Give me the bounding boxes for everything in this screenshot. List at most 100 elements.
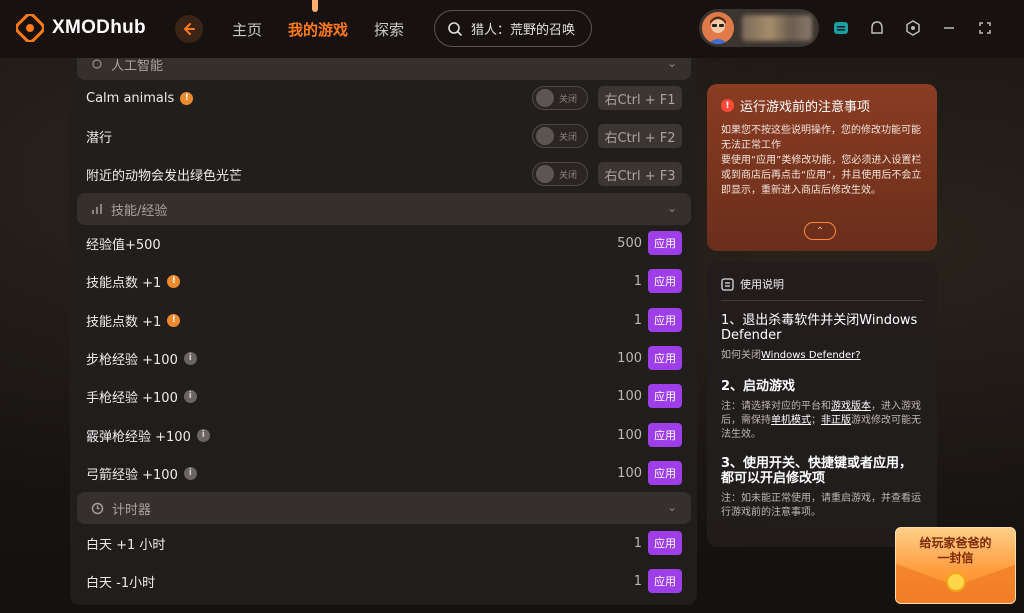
info-icon[interactable]: i [183, 466, 197, 480]
mod-name: 潜行 [86, 130, 113, 146]
info-icon[interactable]: i [183, 351, 197, 365]
warning-icon: ! [721, 99, 734, 112]
mod-row-day-minus: 白天 -1小时 1 应用 [86, 562, 682, 600]
search-input[interactable]: 猎人：荒野的召唤 [434, 10, 592, 47]
mod-value[interactable]: 1 [634, 274, 642, 289]
mod-row-pistol-exp: 手枪经验 +100 i 100 应用 [86, 377, 682, 415]
mod-value[interactable]: 100 [617, 428, 642, 443]
apply-button[interactable]: 应用 [648, 346, 682, 370]
mod-name: 技能点数 +1 [86, 275, 162, 291]
chevron-down-icon: ⌄ [666, 201, 677, 215]
app-logo[interactable]: XMODhub [15, 13, 146, 43]
nav-item-my-games[interactable]: 我的游戏 [288, 19, 348, 40]
letter-line-2: 一封信 [937, 551, 974, 565]
info-icon[interactable]: ! [180, 91, 194, 105]
divider [721, 300, 923, 301]
notice-body: 如果您不按这些说明操作，您的修改功能可能无法正常工作 要使用“应用”类修改功能，… [721, 123, 923, 198]
mod-name: 技能点数 +1 [86, 314, 162, 330]
mod-value[interactable]: 100 [617, 389, 642, 404]
step-3-title: 3、使用开关、快捷键或者应用，都可以开启修改项 [721, 456, 913, 486]
info-icon[interactable]: ! [167, 274, 181, 288]
chevron-down-icon: ⌄ [666, 500, 677, 514]
game-version-link[interactable]: 游戏版本 [831, 401, 871, 412]
letter-line-1: 给玩家爸爸的 [919, 536, 992, 550]
apply-button[interactable]: 应用 [648, 423, 682, 447]
xmod-logo-icon [15, 13, 45, 43]
bar-chart-icon [92, 204, 102, 214]
mod-name: 白天 -1小时 [86, 575, 156, 591]
settings-icon[interactable] [904, 19, 922, 37]
non-genuine-link[interactable]: 非正版 [821, 415, 851, 426]
offline-mode-link[interactable]: 单机模式 [771, 415, 811, 426]
step-2-text: 注：请选择对应的平台和游戏版本，进入游戏后，需保持单机模式；非正版游戏修改可能无… [721, 401, 921, 440]
apply-button[interactable]: 应用 [648, 308, 682, 332]
toggle-label: 关闭 [559, 132, 578, 143]
back-arrow-icon [183, 23, 195, 35]
notice-title: 运行游戏前的注意事项 [740, 100, 871, 115]
nav-active-indicator [312, 0, 318, 12]
top-bar: XMODhub 主页 我的游戏 探索 猎人：荒野的召唤 [0, 0, 1024, 58]
info-icon[interactable]: i [196, 428, 210, 442]
hotkey-badge[interactable]: 右Ctrl + F3 [598, 162, 682, 186]
mod-name: 步枪经验 +100 [86, 352, 178, 368]
notice-line: 如果您不按这些说明操作，您的修改功能可能无法正常工作 [721, 125, 921, 151]
apply-button[interactable]: 应用 [648, 569, 682, 593]
mod-row-day-plus: 白天 +1 小时 1 应用 [86, 524, 682, 562]
apply-button[interactable]: 应用 [648, 461, 682, 485]
mod-row-skill-point-2: 技能点数 +1! 1 应用 [86, 301, 682, 339]
mod-value[interactable]: 1 [634, 536, 642, 551]
toggle-switch[interactable]: 关闭 [532, 162, 588, 186]
section-header-ai[interactable]: 人工智能 ⌄ [77, 58, 691, 80]
section-title-skills: 技能/经验 [111, 203, 168, 219]
mod-name: 弓箭经验 +100 [86, 467, 178, 483]
hotkey-badge[interactable]: 右Ctrl + F1 [598, 86, 682, 110]
section-title-timer: 计时器 [112, 502, 152, 518]
mod-row-bow-exp: 弓箭经验 +100 i 100 应用 [86, 454, 682, 492]
mod-row-calm-animals: Calm animals! 关闭 右Ctrl + F1 [86, 79, 682, 117]
minimize-icon[interactable] [940, 19, 958, 37]
apply-button[interactable]: 应用 [648, 384, 682, 408]
mod-value[interactable]: 500 [617, 236, 642, 251]
step-1-title: 1、退出杀毒软件并关闭Windows Defender [721, 313, 918, 343]
toggle-switch[interactable]: 关闭 [532, 86, 588, 110]
apply-button[interactable]: 应用 [648, 269, 682, 293]
nav-item-home[interactable]: 主页 [232, 19, 262, 40]
mod-value[interactable]: 1 [634, 313, 642, 328]
avatar [702, 12, 734, 44]
mod-row-shotgun-exp: 霰弹枪经验 +100 i 100 应用 [86, 416, 682, 454]
fullscreen-icon[interactable] [976, 19, 994, 37]
apply-button[interactable]: 应用 [648, 231, 682, 255]
chevron-down-icon: ⌄ [666, 58, 677, 70]
section-header-skills[interactable]: 技能/经验 ⌄ [77, 193, 691, 225]
ai-icon [92, 59, 102, 69]
toggle-label: 关闭 [559, 170, 578, 181]
search-icon [448, 21, 462, 36]
mod-name: 白天 +1 小时 [86, 537, 166, 553]
nav-item-explore[interactable]: 探索 [374, 19, 404, 40]
mod-row-green-glow: 附近的动物会发出绿色光芒 关闭 右Ctrl + F3 [86, 155, 682, 193]
apply-button[interactable]: 应用 [648, 531, 682, 555]
info-icon[interactable]: ! [167, 313, 181, 327]
mods-panel: 人工智能 ⌄ Calm animals! 关闭 右Ctrl + F1 潜行 关闭… [70, 58, 697, 605]
guide-title: 使用说明 [740, 278, 784, 291]
toggle-switch[interactable]: 关闭 [532, 124, 588, 148]
mod-value[interactable]: 100 [617, 351, 642, 366]
main-nav: 主页 我的游戏 探索 [232, 19, 430, 40]
info-icon[interactable]: i [183, 389, 197, 403]
notice-card: ! 运行游戏前的注意事项 如果您不按这些说明操作，您的修改功能可能无法正常工作 … [707, 84, 937, 251]
discord-icon[interactable] [832, 19, 850, 37]
support-icon[interactable] [868, 19, 886, 37]
app-name: XMODhub [52, 17, 146, 38]
mod-value[interactable]: 100 [617, 466, 642, 481]
letter-promo[interactable]: 给玩家爸爸的 一封信 [895, 527, 1016, 604]
windows-defender-link[interactable]: Windows Defender? [761, 350, 861, 361]
guide-icon [721, 277, 734, 291]
back-button[interactable] [175, 15, 203, 43]
mod-row-rifle-exp: 步枪经验 +100 i 100 应用 [86, 339, 682, 377]
collapse-button[interactable]: ⌃ [804, 222, 836, 240]
seal-icon [946, 572, 966, 592]
hotkey-badge[interactable]: 右Ctrl + F2 [598, 124, 682, 148]
mod-value[interactable]: 1 [634, 574, 642, 589]
user-profile[interactable] [699, 9, 819, 47]
section-header-timer[interactable]: 计时器 ⌄ [77, 492, 691, 524]
